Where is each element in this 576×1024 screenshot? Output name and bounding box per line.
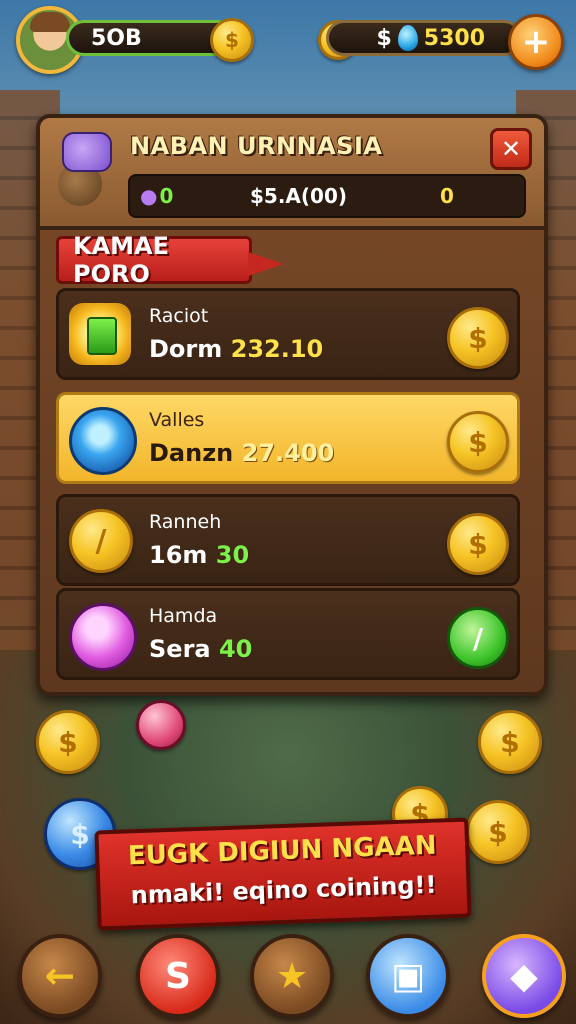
shop-icon[interactable]: ▣: [366, 934, 450, 1018]
banner-line-2: nmaki! eqino coining!!: [130, 870, 437, 910]
buy-coin-button[interactable]: $: [447, 411, 509, 473]
item-detail: 16m 30: [149, 541, 250, 569]
ribbon-tail: [248, 252, 284, 276]
stats-bar: ● 0 $5.A(00) 0: [128, 174, 526, 218]
list-item[interactable]: Raciot Dorm 232.10 $: [56, 288, 520, 380]
top-bar: 5OB $ $ $ 5300 +: [0, 0, 576, 84]
banner-line-1: EUGK DIGIUN NGAAN: [127, 830, 437, 872]
add-currency-button[interactable]: +: [508, 14, 564, 70]
panel-title: NABAN URNNASIA: [130, 132, 383, 160]
item-detail: Dorm 232.10: [149, 335, 324, 363]
buy-coin-button[interactable]: $: [447, 513, 509, 575]
green-gem-badge-icon: [69, 303, 131, 365]
stat-count: 0: [440, 184, 454, 208]
section-ribbon: KAMAE PORO: [56, 232, 252, 288]
stat-gems: ● 0: [140, 184, 174, 208]
pet-character-icon: [54, 132, 116, 212]
item-detail: Danzn 27.400: [149, 439, 335, 467]
panel-header: NABAN URNNASIA ✕ ● 0 $5.A(00) 0: [40, 118, 544, 230]
coin-icon: $: [466, 800, 530, 864]
item-name: Hamda: [149, 605, 218, 627]
stat-money: $5.A(00): [250, 184, 348, 208]
list-item-selected[interactable]: Valles Danzn 27.400 $: [56, 392, 520, 484]
item-name: Ranneh: [149, 511, 222, 533]
premium-currency-prefix: $: [376, 25, 392, 51]
bottom-nav: ← S ★ ▣ ◆: [0, 924, 576, 1024]
star-icon[interactable]: ★: [250, 934, 334, 1018]
bonus-icon[interactable]: ◆: [482, 934, 566, 1018]
promo-banner[interactable]: EUGK DIGIUN NGAAN nmaki! eqino coining!!: [94, 817, 472, 931]
pink-coin-icon: [136, 700, 186, 750]
item-name: Valles: [149, 409, 205, 431]
gem-icon: [397, 25, 418, 51]
buy-coin-button[interactable]: $: [447, 307, 509, 369]
item-detail: Sera 40: [149, 635, 253, 663]
blue-token-icon: [69, 407, 137, 475]
close-button[interactable]: ✕: [490, 128, 532, 170]
purple-gem-icon: ●: [140, 184, 158, 208]
list-item[interactable]: / Ranneh 16m 30 $: [56, 494, 520, 586]
back-arrow-icon[interactable]: ←: [18, 934, 102, 1018]
red-coin-icon[interactable]: S: [136, 934, 220, 1018]
player-currency-value: 5OB: [91, 25, 142, 51]
buy-green-button[interactable]: /: [447, 607, 509, 669]
premium-currency-value: 5300: [423, 25, 485, 51]
gold-coin-icon: /: [69, 509, 133, 573]
coin-icon: $: [210, 18, 254, 62]
premium-currency-bar: $ 5300: [326, 20, 522, 56]
item-name: Raciot: [149, 305, 209, 327]
list-item[interactable]: Hamda Sera 40 /: [56, 588, 520, 680]
coin-icon: $: [478, 710, 542, 774]
pink-orb-icon: [69, 603, 137, 671]
coin-icon: $: [36, 710, 100, 774]
